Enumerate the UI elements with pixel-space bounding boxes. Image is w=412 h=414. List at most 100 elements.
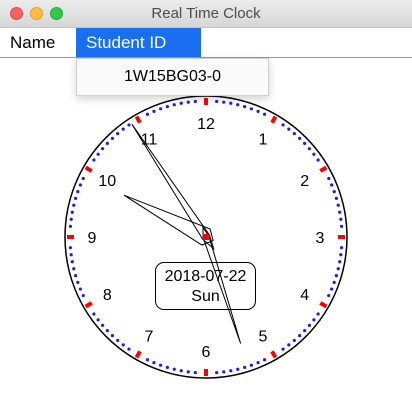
minute-dot [72,267,76,271]
minute-dot [256,109,260,113]
date-text: 2018-07-22 [164,268,247,285]
minute-dot [287,343,291,347]
clock-number: 5 [259,329,268,346]
minute-dot [338,210,342,214]
minute-dot [76,190,80,194]
minute-dot [186,370,190,374]
minute-dot [69,217,73,221]
minute-dot [96,152,100,156]
minute-dot [172,367,176,371]
dropdown-item-student-id[interactable]: 1W15BG03-0 [77,59,268,95]
minute-dot [312,318,316,322]
minute-dot [165,365,169,369]
minute-dot [116,131,120,136]
minute-dot [152,109,156,113]
minute-dot [121,127,125,131]
minute-dot [152,361,156,365]
minute-dot [281,123,285,127]
minute-dot [303,141,307,145]
minute-dot [330,183,334,187]
minute-dot [327,293,331,298]
hour-mark [134,350,142,359]
date-display: 2018-07-22 Sun [155,262,256,310]
minute-dot [92,158,96,162]
hour-mark [270,115,278,124]
hour-mark [84,165,93,173]
minute-dot [249,107,253,111]
minute-dot [68,224,73,228]
minute-dot [307,323,312,327]
clock-number: 10 [98,173,116,190]
minute-dot [105,141,109,145]
minute-dot [330,287,334,291]
minute-dot [121,343,125,347]
minute-dot [81,176,85,181]
minute-dot [316,312,320,316]
minute-dot [70,210,74,214]
minute-dot [334,196,338,200]
clock-center [203,234,209,240]
minute-dot [316,158,320,162]
minute-dot [332,280,336,284]
hour-mark [134,115,142,124]
hour-mark [319,165,328,173]
hour-mark [319,301,328,309]
clock-number: 2 [300,173,309,190]
minute-dot [127,347,131,351]
minute-dot [292,131,296,136]
clock-number: 4 [300,287,309,304]
clock-number: 9 [88,230,97,247]
minute-dot [96,318,100,322]
minute-dot [287,127,291,131]
minute-dot [100,323,105,327]
hour-mark [270,350,278,359]
minute-dot [74,274,78,278]
minute-dot [100,147,105,151]
minute-dot [186,100,190,104]
minute-dot [68,246,73,250]
minute-dot [72,203,76,207]
minute-dot [78,287,82,291]
minute-dot [81,293,85,298]
minute-dot [179,369,183,373]
minute-dot [243,105,247,109]
minute-dot [292,338,296,343]
minute-dot [334,274,338,278]
clock-number: 7 [145,329,154,346]
minute-dot [281,347,285,351]
minute-dot [222,100,226,104]
minute-dot [229,101,233,105]
minute-dot [303,329,307,333]
hour-hand [123,194,214,246]
clock-number: 8 [103,287,112,304]
minute-dot [179,101,183,105]
minute-dot [336,267,340,271]
clock-number: 1 [259,131,268,148]
student-id-dropdown: 1W15BG03-0 [76,58,269,96]
minute-dot [298,334,302,338]
minute-dot [339,224,344,228]
minute-dot [327,176,331,181]
minute-dot [145,112,150,116]
minute-dot [78,183,82,187]
minute-dot [256,361,260,365]
minute-dot [262,358,267,362]
minute-dot [222,370,226,374]
minute-dot [145,358,150,362]
clock-number: 12 [197,116,215,133]
minute-dot [339,253,343,257]
minute-dot [236,103,240,107]
minute-dot [69,253,73,257]
minute-dot [70,260,74,264]
minute-dot [110,136,114,140]
minute-dot [336,203,340,207]
minute-dot [105,329,109,333]
minute-dot [229,369,233,373]
clock-number: 3 [316,230,325,247]
minute-dot [116,338,120,343]
minute-dot [193,370,197,375]
minute-dot [159,363,163,367]
minute-dot [312,152,316,156]
minute-dot [236,367,240,371]
weekday-text: Sun [191,288,220,305]
